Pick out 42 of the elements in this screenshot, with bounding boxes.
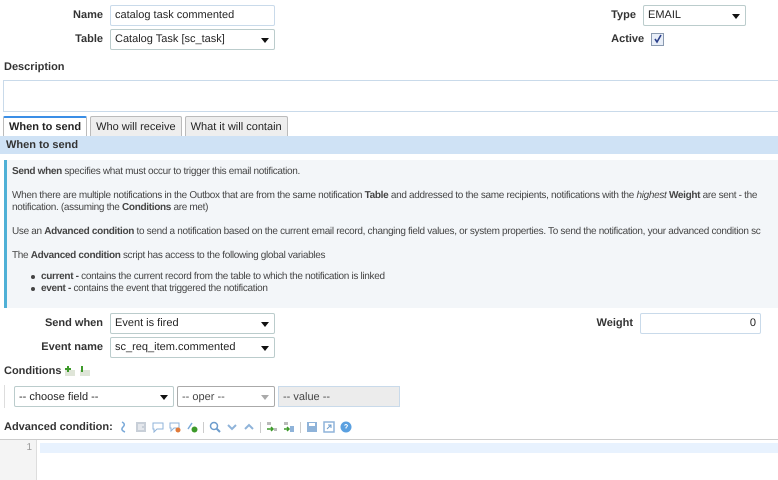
help-icon[interactable] (340, 421, 352, 433)
expand-icon[interactable] (322, 421, 335, 433)
bullet-icon (31, 287, 35, 291)
section-header: When to send (0, 136, 778, 154)
active-checkbox[interactable] (651, 32, 664, 46)
comment-remove-icon[interactable] (168, 421, 181, 433)
tab[interactable]: Who will receive (90, 116, 182, 136)
field-label: Weight (596, 317, 634, 329)
add-or-condition-icon[interactable] (79, 365, 92, 377)
info-paragraph: The Advanced condition script has access to the following global variables (12, 250, 326, 262)
type-select[interactable]: EMAIL (643, 4, 746, 26)
field-label: Table (74, 33, 104, 45)
field-label: Name (72, 9, 104, 21)
comment-icon[interactable] (152, 421, 164, 433)
info-paragraph: When there are multiple notifications in the Outbox that are from the same notification Table and addressed to the same recipients, notifications with the highest Weight are sent - the notification. (assuming the Conditions are met) (12, 190, 758, 214)
field-label: Type (611, 9, 637, 21)
event-name-select[interactable]: sc_req_item.commented (110, 336, 275, 358)
bullet-text: current - contains the current record from the table to which the notification is linked (41, 271, 385, 283)
search-icon[interactable] (208, 421, 221, 433)
add-condition-icon[interactable] (64, 365, 76, 377)
field-label: Send when (44, 317, 104, 329)
format-icon[interactable] (134, 421, 147, 433)
advanced-condition-label: Advanced condition: (4, 421, 113, 433)
replace-icon[interactable] (266, 421, 278, 433)
bullet-text: event - contains the event that triggered the notification (41, 283, 268, 295)
line-number: 1 (25, 442, 33, 453)
save-icon[interactable] (306, 421, 318, 433)
tab[interactable]: When to send (3, 116, 88, 136)
conditions-label: Conditions (4, 365, 62, 377)
field-label: Active (611, 33, 646, 45)
field-label: Description (3, 60, 66, 73)
bullet-icon (31, 275, 35, 279)
name-input[interactable]: catalog task commented (110, 4, 275, 26)
send-when-select[interactable]: Event is fired (110, 312, 275, 334)
table-select[interactable]: Catalog Task [sc_task] (110, 28, 275, 50)
condition-field-select[interactable]: -- choose field -- (14, 386, 174, 407)
field-label: Event name (40, 341, 104, 353)
weight-input[interactable]: 0 (640, 312, 761, 334)
info-paragraph: Send when specifies what must occur to trigger this email notification. (12, 166, 301, 178)
info-paragraph: Use an Advanced condition to send a notification based on the current email record, changing field values, or system properties. To send the notification, your advanced condition sc (12, 226, 762, 238)
replace-all-icon[interactable] (282, 421, 295, 433)
tab[interactable]: What it will contain (184, 116, 288, 136)
